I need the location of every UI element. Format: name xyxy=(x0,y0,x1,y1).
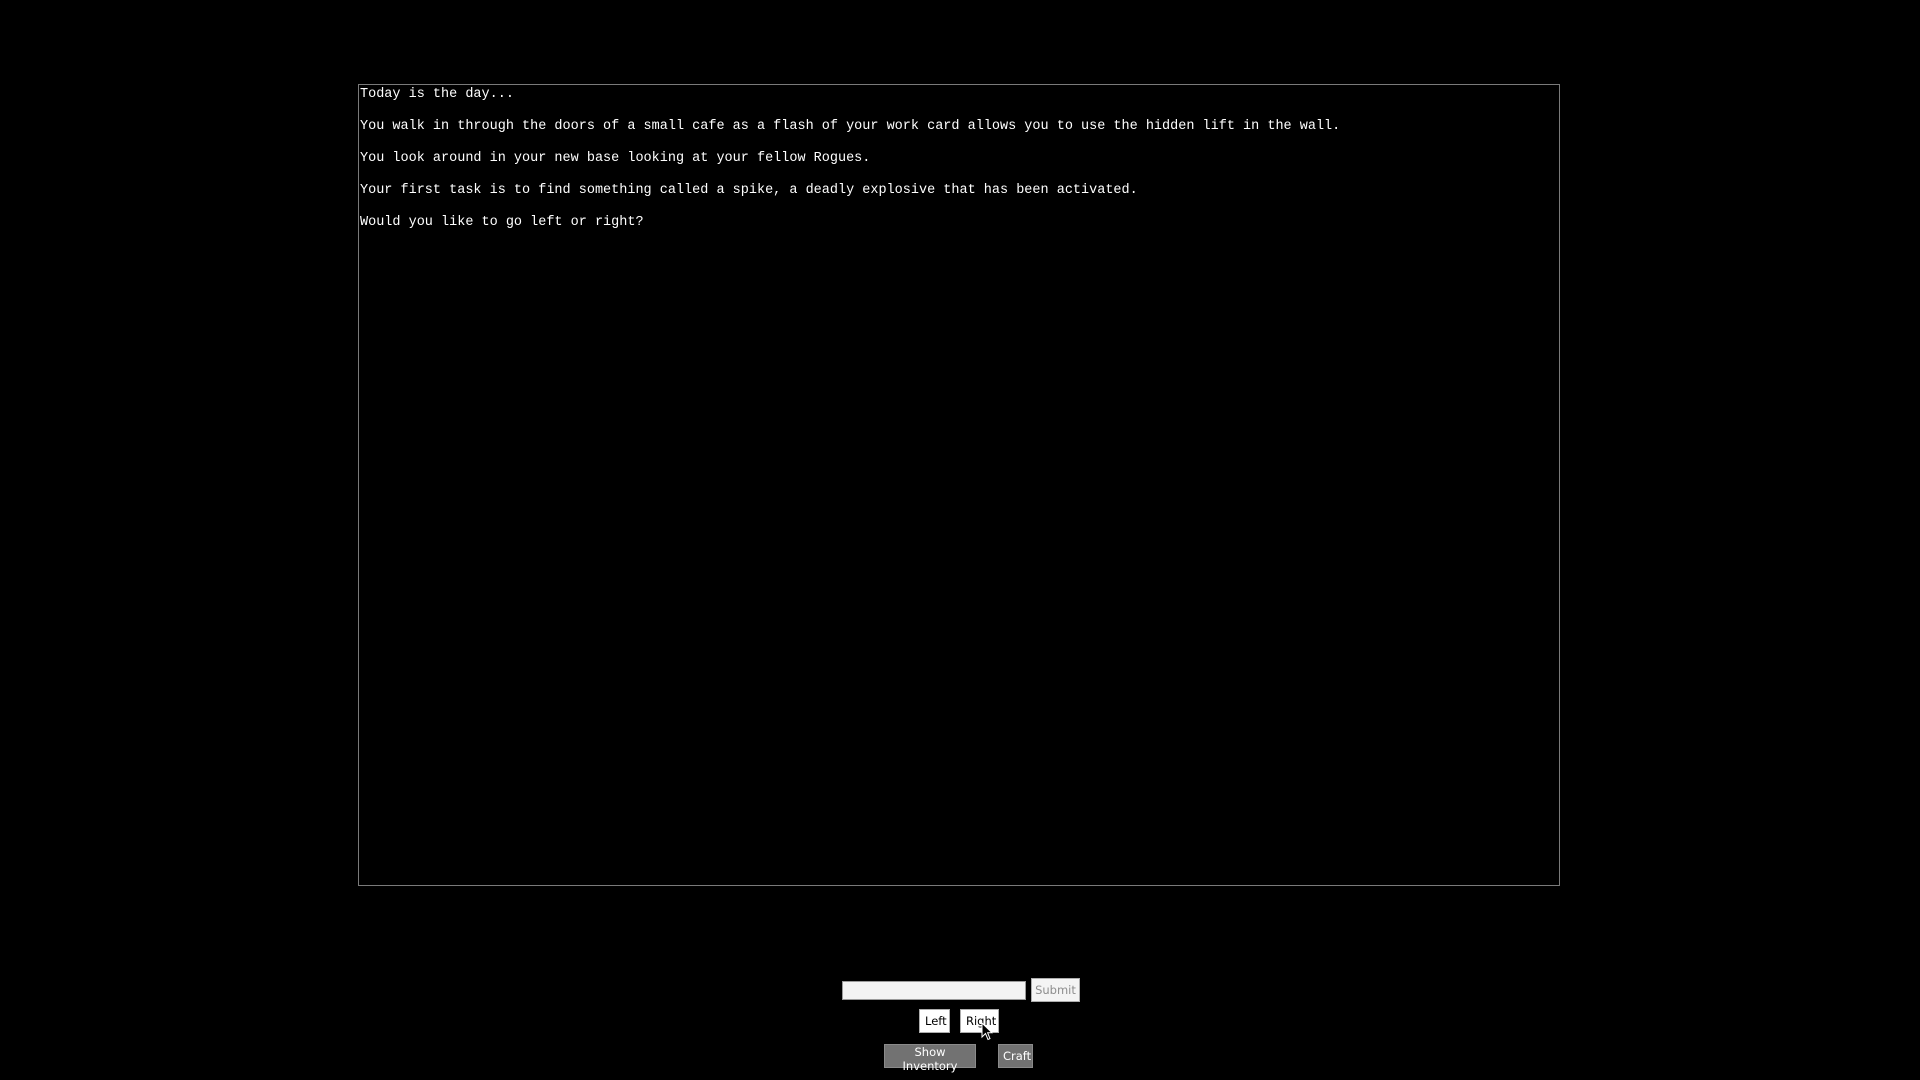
command-input[interactable] xyxy=(842,980,1026,1000)
action-buttons-row: Show Inventory Craft xyxy=(884,1044,1033,1073)
story-line: Your first task is to find something cal… xyxy=(360,183,1138,198)
story-line: Would you like to go left or right? xyxy=(360,215,644,230)
story-line: You walk in through the doors of a small… xyxy=(360,119,1341,134)
show-inventory-button[interactable]: Show Inventory xyxy=(884,1044,976,1073)
choice-buttons-row: Left Right xyxy=(919,1009,999,1033)
story-line: Today is the day... xyxy=(360,87,514,102)
story-output-panel: Today is the day... You walk in through … xyxy=(358,84,1560,886)
left-button[interactable]: Left xyxy=(919,1009,950,1033)
command-input-row: Submit xyxy=(842,978,1080,1002)
story-line: You look around in your new base looking… xyxy=(360,151,871,166)
submit-button[interactable]: Submit xyxy=(1031,978,1080,1002)
right-button[interactable]: Right xyxy=(960,1009,999,1033)
craft-button[interactable]: Craft xyxy=(998,1044,1033,1068)
